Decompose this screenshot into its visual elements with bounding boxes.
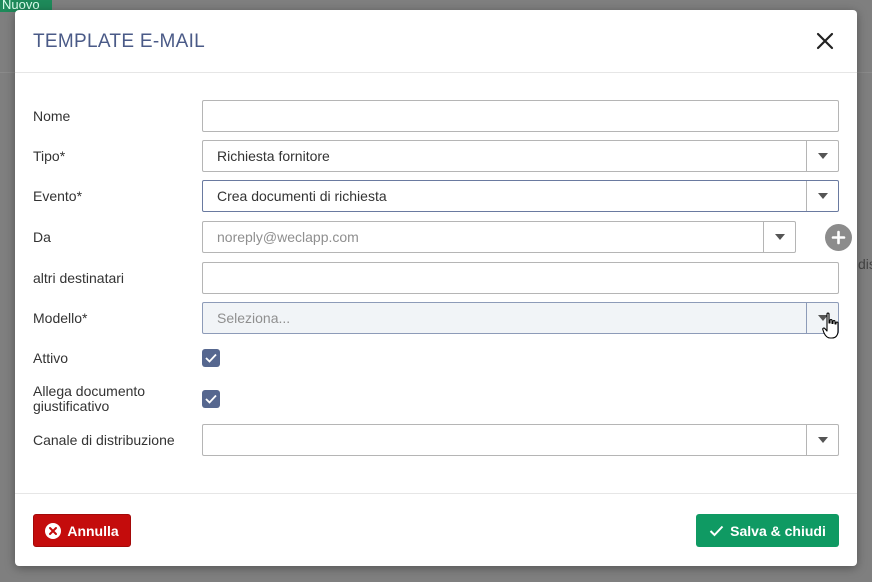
chevron-down-icon [817, 437, 828, 443]
row-da: Da noreply@weclapp.com [33, 221, 852, 253]
save-button-label: Salva & chiudi [730, 522, 826, 539]
dialog-footer: Annulla Salva & chiudi [15, 493, 857, 566]
tipo-value: Richiesta fornitore [217, 148, 330, 164]
row-allega-documento: Allega documento giustificativo [33, 383, 843, 415]
chevron-down-icon [774, 234, 785, 240]
row-evento: Evento* Crea documenti di richiesta [33, 180, 843, 212]
modello-placeholder: Seleziona... [217, 310, 291, 326]
checkmark-icon [205, 394, 217, 404]
template-email-dialog: TEMPLATE E-MAIL Nome Tipo* Richiesta for… [15, 10, 857, 566]
row-canale-distribuzione: Canale di distribuzione [33, 424, 843, 456]
dialog-title: TEMPLATE E-MAIL [33, 31, 206, 52]
tipo-select[interactable]: Richiesta fornitore [202, 140, 839, 172]
evento-select[interactable]: Crea documenti di richiesta [202, 180, 839, 212]
canale-distribuzione-label: Canale di distribuzione [33, 431, 175, 448]
modello-select[interactable]: Seleziona... [202, 302, 839, 334]
cancel-button[interactable]: Annulla [33, 514, 131, 547]
plus-circle-icon[interactable] [825, 224, 852, 251]
cancel-button-label: Annulla [67, 522, 119, 539]
canale-dropdown-button[interactable] [806, 425, 838, 455]
da-dropdown-button[interactable] [763, 222, 795, 252]
attivo-label: Attivo [33, 349, 69, 366]
modello-label: Modello* [33, 309, 88, 326]
row-attivo: Attivo [33, 342, 843, 374]
nome-input[interactable] [202, 100, 839, 132]
cancel-circle-icon [45, 522, 62, 539]
chevron-down-icon [817, 153, 828, 159]
evento-label: Evento* [33, 187, 83, 204]
row-altri-destinatari: altri destinatari [33, 262, 843, 294]
attivo-checkbox[interactable] [202, 349, 220, 367]
allega-documento-label: Allega documento giustificativo [33, 383, 146, 414]
altri-destinatari-label: altri destinatari [33, 269, 125, 286]
close-icon[interactable] [814, 30, 836, 52]
evento-value: Crea documenti di richiesta [217, 188, 387, 204]
da-select[interactable]: noreply@weclapp.com [202, 221, 796, 253]
row-tipo: Tipo* Richiesta fornitore [33, 140, 843, 172]
canale-distribuzione-select[interactable] [202, 424, 839, 456]
save-and-close-button[interactable]: Salva & chiudi [696, 514, 839, 547]
hand-cursor-icon [822, 312, 839, 339]
evento-dropdown-button[interactable] [806, 181, 838, 211]
check-icon [709, 525, 724, 536]
checkmark-icon [205, 353, 217, 363]
row-modello: Modello* Seleziona... [33, 302, 843, 334]
dialog-header: TEMPLATE E-MAIL [15, 10, 857, 73]
nome-label: Nome [33, 107, 71, 124]
background-text: dis [858, 256, 872, 272]
altri-destinatari-input[interactable] [202, 262, 839, 294]
row-nome: Nome [33, 100, 843, 132]
tipo-label: Tipo* [33, 147, 66, 164]
tipo-dropdown-button[interactable] [806, 141, 838, 171]
da-placeholder: noreply@weclapp.com [217, 229, 359, 245]
chevron-down-icon [817, 193, 828, 199]
allega-documento-checkbox[interactable] [202, 390, 220, 408]
da-label: Da [33, 228, 51, 245]
